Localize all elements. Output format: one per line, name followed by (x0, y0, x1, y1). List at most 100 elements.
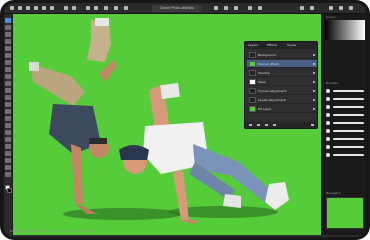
crop-tool-icon[interactable] (5, 32, 11, 37)
gradient-tool-icon[interactable] (5, 81, 11, 86)
visibility-icon[interactable] (313, 90, 315, 92)
navigator-panel-label: Navigator (326, 191, 341, 195)
dodge-tool-icon[interactable] (5, 88, 11, 93)
layer-panel-icon[interactable] (349, 6, 353, 10)
burn-tool-icon[interactable] (5, 95, 11, 100)
persona-develop-icon[interactable] (34, 6, 38, 10)
assistant-icon[interactable] (94, 6, 98, 10)
move-tool-icon[interactable] (5, 18, 11, 23)
brush-dot-icon (326, 105, 330, 109)
redo-icon[interactable] (72, 6, 76, 10)
document-canvas[interactable]: Layers Effects Styles Background Dancer … (13, 14, 321, 235)
flood-select-tool-icon[interactable] (5, 46, 11, 51)
rotate-icon[interactable] (248, 6, 252, 10)
studio-panel-icon[interactable] (329, 6, 333, 10)
layer-name: Background (258, 53, 276, 57)
visibility-icon[interactable] (313, 63, 315, 65)
layer-row[interactable]: Shadow (247, 69, 317, 77)
adjustment-icon[interactable] (265, 124, 268, 126)
layer-row[interactable]: Levels Adjustment (247, 96, 317, 104)
quick-mask-icon[interactable] (114, 6, 118, 10)
color-panel-label: Colour (326, 15, 336, 19)
tab-layers[interactable]: Layers (248, 43, 258, 47)
smudge-tool-icon[interactable] (5, 130, 11, 135)
flip-icon[interactable] (258, 6, 262, 10)
layer-thumbnail (249, 106, 256, 112)
secondary-color-swatch[interactable] (7, 188, 12, 193)
persona-photo-icon[interactable] (18, 6, 22, 10)
fx-icon[interactable] (273, 124, 276, 126)
brush-preset[interactable] (326, 96, 364, 102)
brush-preset[interactable] (326, 120, 364, 126)
brush-panel-icon[interactable] (339, 6, 343, 10)
visibility-icon[interactable] (313, 81, 315, 83)
shape-tool-icon[interactable] (5, 151, 11, 156)
document-title[interactable]: Dance Photo.afphoto (152, 5, 202, 12)
transform-icon[interactable] (224, 6, 228, 10)
add-mask-icon[interactable] (257, 124, 260, 126)
tab-effects[interactable]: Effects (267, 43, 277, 47)
layer-name: Curves Adjustment (258, 89, 287, 93)
layer-thumbnail (249, 61, 256, 67)
text-tool-icon[interactable] (5, 158, 11, 163)
blemish-tool-icon[interactable] (5, 116, 11, 121)
paint-brush-tool-icon[interactable] (5, 60, 11, 65)
color-picker-tool-icon[interactable] (5, 165, 11, 170)
healing-tool-icon[interactable] (5, 109, 11, 114)
persona-export-icon[interactable] (50, 6, 54, 10)
selection-brush-tool-icon[interactable] (5, 39, 11, 44)
clone-tool-icon[interactable] (5, 102, 11, 107)
selection-icon[interactable] (124, 6, 128, 10)
layer-row[interactable]: Dancer (Pixel) (247, 60, 317, 68)
node-tool-icon[interactable] (5, 144, 11, 149)
fill-tool-icon[interactable] (5, 74, 11, 79)
color-picker[interactable] (325, 20, 365, 40)
app-window: Dance Photo.afphoto Layers Effects Style… (4, 3, 366, 237)
brush-preset[interactable] (326, 88, 364, 94)
brush-preset[interactable] (326, 104, 364, 110)
brush-dot-icon (326, 121, 330, 125)
visibility-icon[interactable] (313, 54, 315, 56)
brush-dot-icon (326, 89, 330, 93)
layer-row[interactable]: Mask (247, 78, 317, 86)
zoom-fit-icon[interactable] (300, 6, 304, 10)
menu-icon[interactable] (10, 6, 14, 10)
brush-preset[interactable] (326, 136, 364, 142)
brush-stroke-icon (333, 146, 364, 148)
layer-row[interactable]: Fill Layer (247, 105, 317, 113)
delete-layer-icon[interactable] (311, 124, 314, 126)
brush-stroke-icon (333, 122, 364, 124)
tools-panel (4, 14, 12, 237)
status-bar (4, 235, 366, 237)
layer-thumbnail (249, 70, 256, 76)
arrange-icon[interactable] (214, 6, 218, 10)
zoom-tool-icon[interactable] (5, 172, 11, 177)
layers-footer (245, 122, 317, 128)
navigator-thumbnail[interactable] (326, 197, 364, 229)
undo-icon[interactable] (64, 6, 68, 10)
marquee-tool-icon[interactable] (5, 53, 11, 58)
view-tool-icon[interactable] (5, 25, 11, 30)
brush-preset[interactable] (326, 152, 364, 158)
mode-icon[interactable] (86, 6, 90, 10)
layer-row[interactable]: Curves Adjustment (247, 87, 317, 95)
layer-thumbnail (249, 79, 256, 85)
brush-preset[interactable] (326, 112, 364, 118)
layer-thumbnail (249, 52, 256, 58)
visibility-icon[interactable] (313, 108, 315, 110)
align-icon[interactable] (234, 6, 238, 10)
erase-tool-icon[interactable] (5, 67, 11, 72)
visibility-icon[interactable] (313, 99, 315, 101)
tab-styles[interactable]: Styles (287, 43, 296, 47)
red-eye-tool-icon[interactable] (5, 123, 11, 128)
persona-tonemap-icon[interactable] (42, 6, 46, 10)
add-layer-icon[interactable] (249, 124, 252, 126)
help-icon[interactable] (310, 6, 314, 10)
visibility-icon[interactable] (313, 72, 315, 74)
persona-liquify-icon[interactable] (26, 6, 30, 10)
snapping-icon[interactable] (104, 6, 108, 10)
layer-row[interactable]: Background (247, 51, 317, 59)
brush-preset[interactable] (326, 144, 364, 150)
brush-preset[interactable] (326, 128, 364, 134)
pen-tool-icon[interactable] (5, 137, 11, 142)
